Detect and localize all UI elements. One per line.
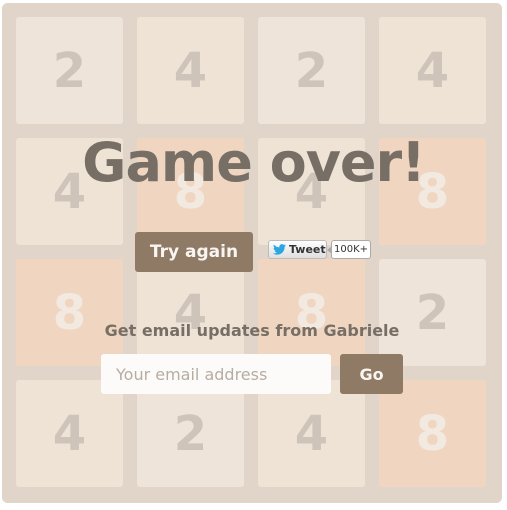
tweet-button[interactable]: Tweet — [268, 240, 327, 259]
try-again-button[interactable]: Try again — [135, 232, 253, 272]
tweet-count: 100K+ — [327, 240, 371, 259]
email-placeholder: Your email address — [116, 364, 268, 384]
go-button[interactable]: Go — [340, 354, 403, 394]
game-over-title: Game over! — [82, 131, 426, 194]
email-input[interactable]: Your email address — [101, 354, 331, 394]
email-updates-text: Get email updates from Gabriele — [104, 321, 400, 340]
twitter-bird-icon — [273, 244, 286, 255]
tweet-label: Tweet — [289, 243, 326, 256]
